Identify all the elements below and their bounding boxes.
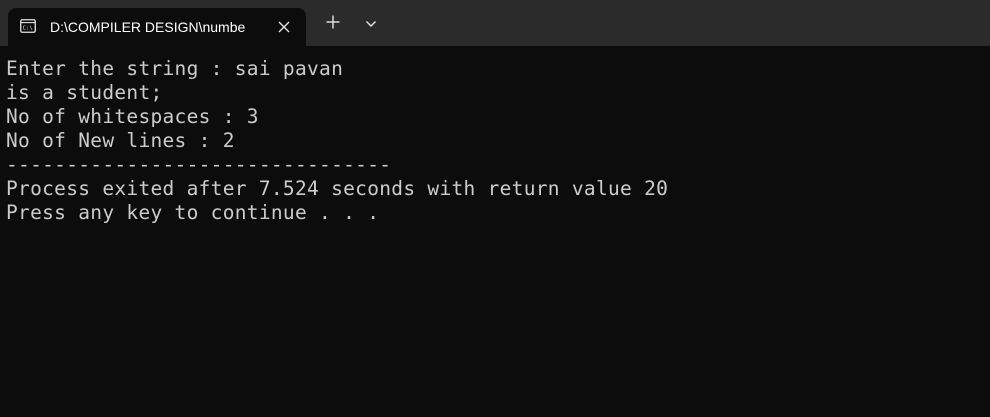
tab-title: D:\COMPILER DESIGN\numbe bbox=[50, 19, 246, 35]
new-tab-button[interactable] bbox=[322, 13, 344, 35]
console-line-newlines: No of New lines : 2 bbox=[6, 129, 235, 152]
console-output[interactable]: Enter the string : sai pavan is a student… bbox=[0, 46, 990, 417]
console-line-continue-prompt: Press any key to continue . . . bbox=[6, 201, 380, 224]
tab-bar: C:\ D:\COMPILER DESIGN\numbe bbox=[0, 0, 990, 46]
console-line-exit-status: Process exited after 7.524 seconds with … bbox=[6, 177, 669, 200]
console-line-whitespaces: No of whitespaces : 3 bbox=[6, 105, 259, 128]
tab-active[interactable]: C:\ D:\COMPILER DESIGN\numbe bbox=[8, 8, 306, 46]
terminal-window: C:\ D:\COMPILER DESIGN\numbe Enter the s… bbox=[0, 0, 990, 417]
chevron-down-icon bbox=[365, 15, 377, 33]
terminal-icon: C:\ bbox=[20, 18, 36, 34]
console-separator: -------------------------------- bbox=[6, 153, 392, 176]
console-text: Enter the string : sai pavan is a student… bbox=[6, 57, 668, 225]
plus-icon bbox=[326, 15, 340, 34]
close-icon[interactable] bbox=[274, 17, 294, 37]
console-line-input: is a student; bbox=[6, 81, 163, 104]
tab-dropdown-button[interactable] bbox=[360, 13, 382, 35]
svg-text:C:\: C:\ bbox=[23, 26, 33, 32]
console-line-prompt: Enter the string : sai pavan bbox=[6, 57, 344, 80]
